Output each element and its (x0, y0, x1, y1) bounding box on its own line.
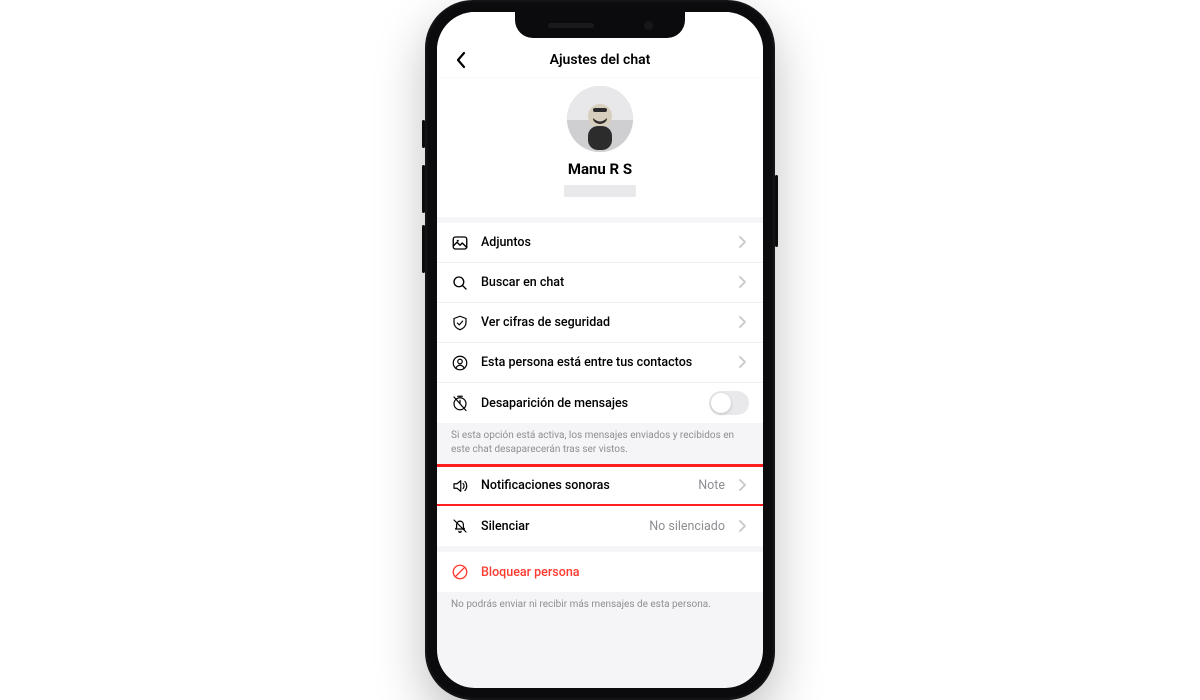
row-disappearing-messages[interactable]: Desaparición de mensajes (437, 383, 763, 423)
avatar-image (567, 86, 633, 152)
profile-name: Manu R S (437, 160, 763, 178)
phone-mute-switch (422, 120, 425, 148)
chevron-right-icon (739, 353, 749, 372)
phone-notch (515, 12, 685, 38)
profile-subtitle-redacted (564, 185, 636, 197)
chevron-right-icon (739, 313, 749, 332)
chevron-right-icon (739, 476, 749, 495)
search-icon (451, 274, 469, 292)
block-help-text: No podrás enviar ni recibir más mensajes… (437, 592, 763, 616)
row-in-contacts[interactable]: Esta persona está entre tus contactos (437, 343, 763, 383)
block-icon (451, 563, 469, 581)
phone-screen: Ajustes del chat Manu R S (437, 12, 763, 688)
row-label: Desaparición de mensajes (481, 396, 697, 411)
settings-section-block: Bloquear persona (437, 552, 763, 592)
row-search-in-chat[interactable]: Buscar en chat (437, 263, 763, 303)
bell-off-icon (451, 517, 469, 535)
chat-settings-screen: Ajustes del chat Manu R S (437, 12, 763, 688)
phone-volume-up (422, 165, 425, 213)
row-value: Note (698, 478, 725, 493)
row-label: Bloquear persona (481, 565, 749, 580)
settings-section-general: Adjuntos Buscar en chat (437, 223, 763, 423)
chevron-left-icon (455, 51, 467, 69)
profile-block: Manu R S (437, 78, 763, 217)
settings-section-notifications: Notificaciones sonoras Note Silenciar No… (437, 466, 763, 546)
row-label: Notificaciones sonoras (481, 478, 686, 493)
back-button[interactable] (449, 48, 473, 72)
row-mute[interactable]: Silenciar No silenciado (437, 506, 763, 546)
chevron-right-icon (739, 273, 749, 292)
speaker-icon (451, 477, 469, 495)
row-value: No silenciado (649, 519, 725, 534)
row-label: Adjuntos (481, 235, 727, 250)
chevron-right-icon (739, 517, 749, 536)
row-label: Ver cifras de seguridad (481, 315, 727, 330)
image-icon (451, 234, 469, 252)
row-label: Buscar en chat (481, 275, 727, 290)
disappearing-help-text: Si esta opción está activa, los mensajes… (437, 423, 763, 460)
toggle-knob (711, 393, 731, 413)
avatar[interactable] (567, 86, 633, 152)
row-label: Esta persona está entre tus contactos (481, 355, 727, 370)
timer-off-icon (451, 394, 469, 412)
row-safety-numbers[interactable]: Ver cifras de seguridad (437, 303, 763, 343)
row-sound-notifications[interactable]: Notificaciones sonoras Note (437, 466, 763, 506)
phone-power-button (775, 175, 778, 247)
page-title: Ajustes del chat (437, 52, 763, 68)
phone-frame: Ajustes del chat Manu R S (425, 0, 775, 700)
chevron-right-icon (739, 233, 749, 252)
shield-check-icon (451, 314, 469, 332)
row-block-person[interactable]: Bloquear persona (437, 552, 763, 592)
phone-volume-down (422, 225, 425, 273)
contact-icon (451, 354, 469, 372)
row-label: Silenciar (481, 519, 637, 534)
disappearing-toggle[interactable] (709, 391, 749, 415)
row-attachments[interactable]: Adjuntos (437, 223, 763, 263)
